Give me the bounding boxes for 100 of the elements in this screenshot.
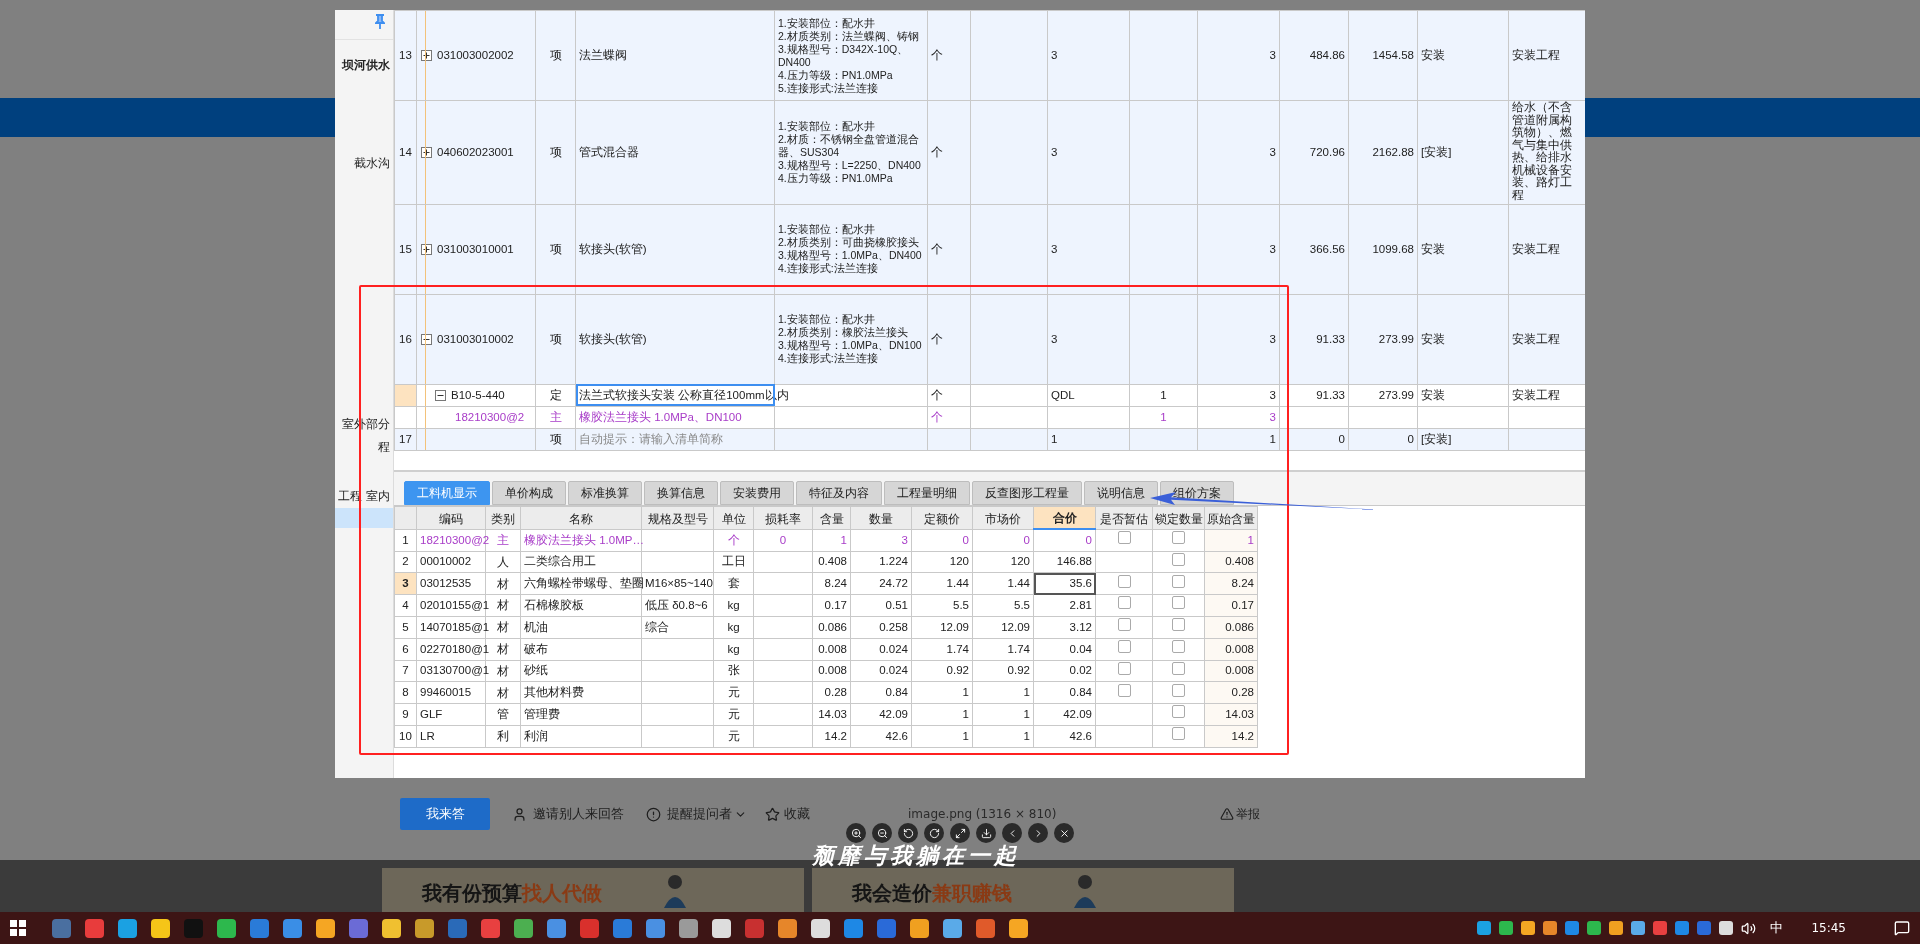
column-header[interactable]: 锁定数量 [1152,506,1205,530]
expand-icon[interactable] [954,827,966,839]
expand-icon[interactable] [421,146,432,158]
checkbox[interactable] [1172,683,1185,697]
checkbox[interactable] [1172,661,1185,675]
checkbox[interactable] [1172,531,1185,544]
checkbox[interactable] [1117,661,1131,675]
column-header[interactable]: 名称 [520,506,642,530]
tray-icon[interactable] [1631,921,1646,935]
app-icon[interactable] [943,918,962,938]
table-cell: 8.24 [1231,577,1254,590]
checkbox[interactable] [1172,552,1185,566]
pin-icon[interactable] [375,14,385,30]
tab[interactable]: 换算信息 [644,480,718,505]
column-header[interactable]: 合价 [1033,506,1096,530]
checkbox[interactable] [1172,727,1185,741]
sidebar-item[interactable]: 坝河供水 [335,52,393,78]
favorite-link[interactable]: 收藏 [784,804,810,824]
tab[interactable]: 安装费用 [720,480,794,505]
tray-icon[interactable] [1609,921,1624,935]
table-cell-text: 项 [549,241,562,257]
column-header[interactable]: 类别 [485,506,521,530]
checkbox[interactable] [1172,640,1185,653]
app-icon[interactable] [1009,918,1028,938]
checkbox[interactable] [1117,618,1131,632]
column-header[interactable]: 含量 [812,506,851,530]
column-header[interactable]: 编码 [416,506,486,530]
table-cell: 0.008 [1225,642,1254,655]
notification-icon[interactable] [1894,920,1910,936]
remind-link[interactable]: 提醒提问者 [667,804,732,824]
rotate-left-icon[interactable] [902,827,914,839]
invite-link[interactable]: 邀请别人来回答 [533,804,624,824]
checkbox[interactable] [1172,705,1185,719]
sidebar-item[interactable]: 程 [335,436,393,458]
app-icon[interactable] [547,918,566,938]
column-header[interactable]: 是否暂估 [1095,506,1153,530]
checkbox[interactable] [1117,531,1131,544]
app-icon[interactable] [712,918,731,938]
close-icon[interactable] [1058,827,1070,839]
checkbox[interactable] [1117,640,1131,653]
app-icon[interactable] [316,918,335,938]
speaker-icon[interactable] [1741,920,1757,936]
windows-icon[interactable] [10,920,26,936]
table-cell: 材 [497,620,509,635]
tray-icon[interactable] [1521,921,1536,935]
expand-icon[interactable] [421,243,432,255]
input-method[interactable]: 中 [1770,918,1784,938]
rotate-right-icon[interactable] [928,827,940,839]
table-cell: 146.88 [1056,555,1092,568]
column-header[interactable]: 市场价 [972,506,1034,530]
checkbox[interactable] [1117,574,1131,588]
table-cell: 张 [727,664,740,677]
zoom-in-icon[interactable] [850,827,862,839]
column-header[interactable]: 损耗率 [753,506,813,530]
app-icon[interactable] [646,918,665,938]
tray-icon[interactable] [1719,921,1734,935]
tray-icon[interactable] [1499,921,1514,935]
table-cell: 1.74 [1007,642,1030,655]
app-icon[interactable] [910,918,929,938]
app-icon[interactable] [415,918,434,938]
app-icon[interactable] [283,918,302,938]
answer-button[interactable]: 我来答 [400,798,490,830]
app-icon[interactable] [217,918,236,938]
app-icon[interactable] [118,918,137,938]
collapse-icon[interactable] [435,389,446,401]
table-cell: 1 [1023,686,1030,699]
app-icon[interactable] [151,918,170,938]
tab[interactable]: 单价构成 [492,480,566,505]
tab[interactable]: 特征及内容 [796,480,882,505]
column-header[interactable]: 单位 [713,506,754,530]
column-header[interactable]: 原始含量 [1204,506,1258,530]
tab[interactable]: 反查图形工程量 [972,480,1082,505]
sidebar-item[interactable] [335,508,393,528]
checkbox[interactable] [1117,596,1131,610]
app-icon[interactable] [679,918,698,938]
column-header[interactable]: 数量 [850,506,912,530]
expand-icon[interactable] [421,50,432,61]
download-icon[interactable] [980,827,992,839]
checkbox[interactable] [1172,618,1185,632]
report-link[interactable]: 举报 [1236,805,1261,823]
checkbox[interactable] [1172,596,1185,610]
tab[interactable]: 说明信息 [1084,480,1158,505]
app-icon[interactable] [778,918,797,938]
checkbox[interactable] [1172,574,1185,588]
tray-icon[interactable] [1477,921,1492,935]
app-icon[interactable] [811,918,830,938]
tray-icon[interactable] [1543,921,1558,935]
column-header[interactable]: 规格及型号 [641,506,714,530]
tray-icon[interactable] [1587,921,1602,935]
clock-time[interactable]: 15:45 [1811,919,1846,937]
column-header[interactable]: 定额价 [911,506,973,530]
zoom-out-icon[interactable] [876,827,888,839]
collapse-icon[interactable] [421,333,432,345]
tab[interactable]: 标准换算 [568,480,642,505]
table-cell: 12.09 [940,620,969,633]
sidebar-item[interactable]: 截水沟 [335,150,393,176]
app-icon[interactable] [514,918,533,938]
checkbox[interactable] [1117,683,1131,697]
app-icon[interactable] [382,918,401,938]
tab[interactable]: 工程量明细 [884,480,970,505]
